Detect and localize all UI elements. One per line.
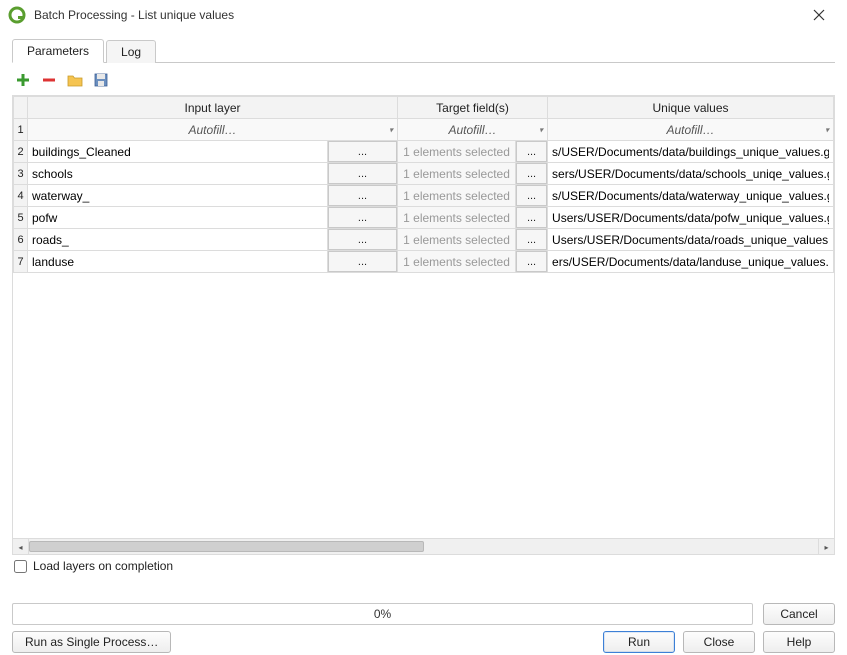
target-fields-display[interactable]: [398, 251, 515, 272]
scroll-thumb[interactable]: [29, 541, 424, 552]
output-path-field[interactable]: [548, 207, 833, 228]
load-layers-checkbox[interactable]: [14, 560, 27, 573]
close-icon: [813, 9, 825, 21]
row-number[interactable]: 7: [14, 251, 28, 273]
table-row: 2 ... ...: [14, 141, 834, 163]
horizontal-scrollbar[interactable]: ◂ ▸: [13, 538, 834, 554]
target-fields-button[interactable]: ...: [516, 251, 547, 272]
plus-icon: [16, 73, 30, 87]
window-title: Batch Processing - List unique values: [34, 8, 799, 22]
table-row: 6 ... ...: [14, 229, 834, 251]
run-button[interactable]: Run: [603, 631, 675, 653]
save-button[interactable]: [92, 71, 110, 89]
batch-table: Input layer Target field(s) Unique value…: [13, 96, 834, 273]
toolbar: [14, 69, 833, 91]
chevron-down-icon: ▾: [389, 125, 393, 134]
target-fields-button[interactable]: ...: [516, 185, 547, 206]
add-row-button[interactable]: [14, 71, 32, 89]
input-layer-field[interactable]: [28, 207, 327, 228]
autofill-target-fields[interactable]: Autofill… ▾: [398, 119, 548, 141]
progress-bar: 0%: [12, 603, 753, 625]
target-fields-button[interactable]: ...: [516, 163, 547, 184]
output-path-field[interactable]: [548, 141, 833, 162]
row-number[interactable]: 2: [14, 141, 28, 163]
chevron-down-icon: ▾: [825, 125, 829, 134]
autofill-unique-values[interactable]: Autofill… ▾: [548, 119, 834, 141]
table-row: 7 ... ...: [14, 251, 834, 273]
corner-cell: [14, 97, 28, 119]
row-number[interactable]: 6: [14, 229, 28, 251]
input-layer-field[interactable]: [28, 163, 327, 184]
row-number[interactable]: 5: [14, 207, 28, 229]
scroll-left-arrow-icon[interactable]: ◂: [13, 539, 29, 555]
row-number[interactable]: 1: [14, 119, 28, 141]
load-layers-label: Load layers on completion: [33, 559, 173, 573]
target-fields-display[interactable]: [398, 163, 515, 184]
row-number[interactable]: 4: [14, 185, 28, 207]
target-fields-button[interactable]: ...: [516, 141, 547, 162]
close-window-button[interactable]: [799, 0, 839, 30]
layer-browse-button[interactable]: ...: [328, 185, 397, 206]
layer-browse-button[interactable]: ...: [328, 251, 397, 272]
output-path-field[interactable]: [548, 229, 833, 250]
folder-icon: [67, 73, 83, 87]
scroll-right-arrow-icon[interactable]: ▸: [818, 539, 834, 555]
table-row: 4 ... ...: [14, 185, 834, 207]
input-layer-field[interactable]: [28, 251, 327, 272]
col-header-target-fields[interactable]: Target field(s): [398, 97, 548, 119]
target-fields-display[interactable]: [398, 141, 515, 162]
help-button[interactable]: Help: [763, 631, 835, 653]
remove-row-button[interactable]: [40, 71, 58, 89]
target-fields-display[interactable]: [398, 185, 515, 206]
input-layer-field[interactable]: [28, 229, 327, 250]
minus-icon: [42, 73, 56, 87]
target-fields-button[interactable]: ...: [516, 207, 547, 228]
layer-browse-button[interactable]: ...: [328, 229, 397, 250]
table-row: 5 ... ...: [14, 207, 834, 229]
input-layer-field[interactable]: [28, 141, 327, 162]
target-fields-button[interactable]: ...: [516, 229, 547, 250]
output-path-field[interactable]: [548, 163, 833, 184]
close-button[interactable]: Close: [683, 631, 755, 653]
col-header-unique-values[interactable]: Unique values: [548, 97, 834, 119]
qgis-logo-icon: [8, 6, 26, 24]
cancel-button[interactable]: Cancel: [763, 603, 835, 625]
tab-log[interactable]: Log: [106, 40, 156, 63]
floppy-icon: [94, 73, 108, 87]
table-row: 3 ... ...: [14, 163, 834, 185]
layer-browse-button[interactable]: ...: [328, 141, 397, 162]
chevron-down-icon: ▾: [539, 125, 543, 134]
target-fields-display[interactable]: [398, 229, 515, 250]
tab-parameters[interactable]: Parameters: [12, 39, 104, 63]
open-button[interactable]: [66, 71, 84, 89]
col-header-input-layer[interactable]: Input layer: [28, 97, 398, 119]
output-path-field[interactable]: [548, 251, 833, 272]
layer-browse-button[interactable]: ...: [328, 207, 397, 228]
autofill-input-layer[interactable]: Autofill… ▾: [28, 119, 398, 141]
layer-browse-button[interactable]: ...: [328, 163, 397, 184]
progress-text: 0%: [374, 607, 391, 621]
output-path-field[interactable]: [548, 185, 833, 206]
target-fields-display[interactable]: [398, 207, 515, 228]
row-number[interactable]: 3: [14, 163, 28, 185]
input-layer-field[interactable]: [28, 185, 327, 206]
run-single-process-button[interactable]: Run as Single Process…: [12, 631, 171, 653]
tab-bar: Parameters Log: [12, 38, 835, 63]
